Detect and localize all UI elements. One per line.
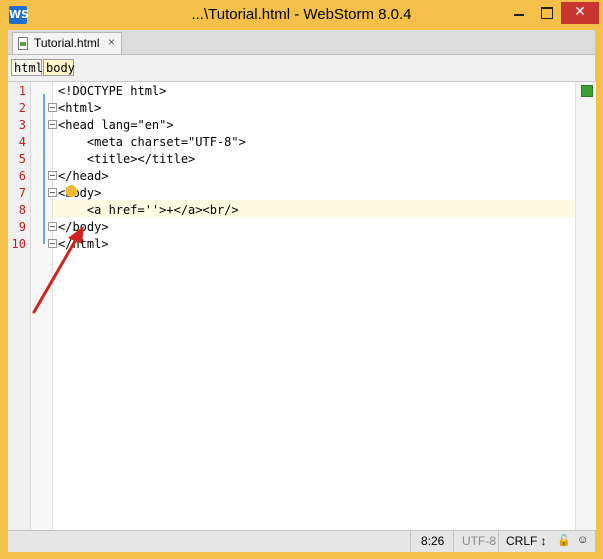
line-number: 6 (18, 169, 26, 183)
caret-position[interactable]: 8:26 (421, 534, 444, 548)
editor-tab-bar: Tutorial.html × (8, 30, 595, 55)
line-number: 9 (18, 220, 26, 234)
error-stripe (575, 82, 596, 530)
line-number: 1 (18, 84, 26, 98)
minimize-button[interactable] (505, 2, 531, 24)
lock-icon[interactable]: 🔓 (557, 534, 571, 547)
line-number: 7 (18, 186, 26, 200)
code-line: <!DOCTYPE html> (58, 84, 167, 98)
code-line: <html> (58, 101, 102, 115)
line-number: 8 (18, 203, 26, 217)
code-line: <head lang="en"> (58, 118, 174, 132)
line-number: 3 (18, 118, 26, 132)
code-line: <body> (58, 186, 102, 200)
title-bar[interactable]: WS ...\Tutorial.html - WebStorm 8.0.4 ✕ (0, 0, 603, 30)
app-window: WS ...\Tutorial.html - WebStorm 8.0.4 ✕ … (0, 0, 603, 559)
fold-toggle-icon[interactable] (48, 120, 57, 129)
line-number: 2 (18, 101, 26, 115)
fold-toggle-icon[interactable] (48, 103, 57, 112)
tab-tutorial-html[interactable]: Tutorial.html × (12, 32, 122, 54)
tab-label: Tutorial.html (34, 36, 100, 50)
line-separator[interactable]: CRLF ↕ (506, 534, 547, 548)
status-bar: 8:26 UTF-8 CRLF ↕ 🔓 ☺ (8, 530, 595, 552)
breadcrumb-html[interactable]: html (11, 59, 43, 76)
breadcrumb: html body (8, 55, 595, 82)
fold-toggle-icon[interactable] (48, 171, 57, 180)
maximize-button[interactable] (533, 2, 559, 24)
red-arrow-annotation (32, 226, 84, 314)
code-line: <meta charset="UTF-8"> (58, 135, 246, 149)
html-file-icon (18, 37, 28, 50)
status-separator (498, 531, 499, 552)
line-number: 5 (18, 152, 26, 166)
code-line: <title></title> (58, 152, 196, 166)
status-separator (453, 531, 454, 552)
inspection-ok-icon[interactable] (581, 85, 593, 97)
tab-close-icon[interactable]: × (108, 35, 115, 49)
line-number: 4 (18, 135, 26, 149)
close-window-button[interactable]: ✕ (561, 2, 599, 24)
code-editor[interactable]: 1 2 3 4 5 6 7 8 9 10 <!DOCTYPE html> <ht… (8, 82, 596, 530)
breadcrumb-body[interactable]: body (43, 59, 75, 76)
code-line: </head> (58, 169, 109, 183)
inspector-icon[interactable]: ☺ (577, 534, 588, 546)
ide-frame: Tutorial.html × html body 1 2 3 4 5 6 7 … (8, 30, 596, 552)
intention-bulb-icon[interactable] (66, 185, 77, 197)
file-encoding[interactable]: UTF-8 (462, 534, 496, 548)
fold-toggle-icon[interactable] (48, 188, 57, 197)
status-separator (410, 531, 411, 552)
line-number: 10 (11, 237, 26, 251)
